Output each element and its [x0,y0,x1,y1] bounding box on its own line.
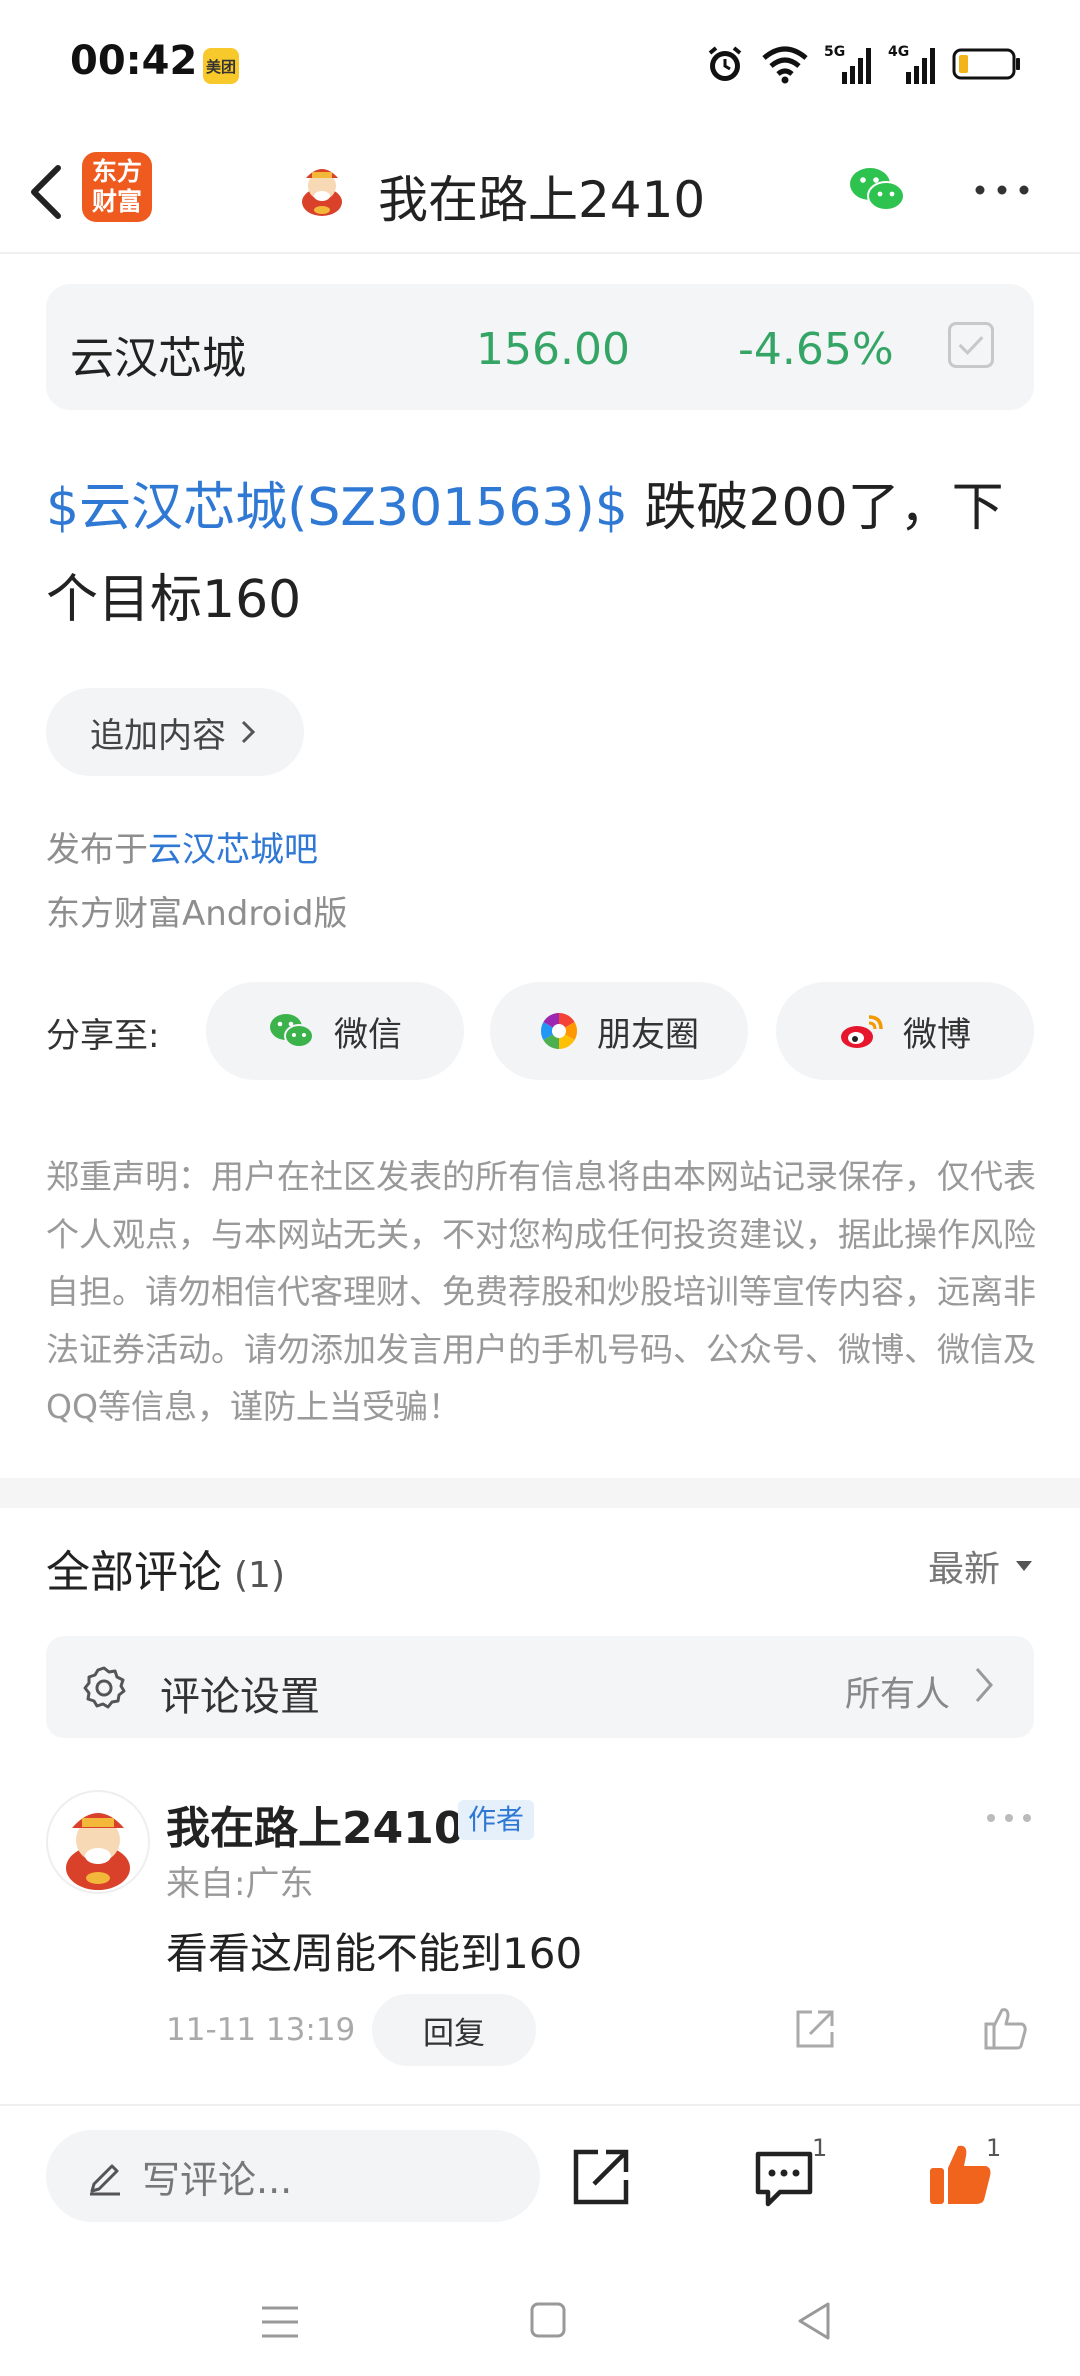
client-source: 东方财富Android版 [46,894,348,934]
status-time: 00:42 [70,38,198,84]
back-icon[interactable] [22,160,72,224]
pencil-icon [90,2164,120,2196]
stock-price: 156.00 [476,324,630,375]
comment-time: 11-11 13:19 [166,2012,356,2048]
stock-name: 云汉芯城 [70,333,246,384]
alarm-icon [708,46,742,81]
home-icon[interactable] [528,2300,568,2340]
comment-count: 1 [812,2134,828,2162]
comment-text: 看看这周能不能到160 [166,1929,583,1978]
comment-more-icon[interactable] [984,1806,1034,1830]
write-comment-placeholder: 写评论... [142,2157,293,2202]
recent-apps-icon[interactable] [258,2302,302,2342]
4g-signal-icon: 4G [888,44,935,84]
author-badge: 作者 [458,1800,535,1840]
like-count: 1 [986,2134,1002,2162]
comments-heading: 全部评论 (1) [46,1536,285,1600]
reply-button[interactable]: 回复 [372,1994,536,2066]
avatar-icon [66,1813,130,1890]
caret-down-icon [1016,1561,1032,1571]
weibo-icon [841,1015,883,1048]
published-prefix: 发布于 [46,830,148,870]
share-wechat-button[interactable]: 微信 [206,982,464,1080]
comment-settings-row[interactable]: 评论设置 所有人 [46,1636,1034,1738]
svg-text:5G: 5G [824,44,845,60]
wechat-share-icon[interactable] [846,158,910,222]
nav-back-icon[interactable] [794,2300,834,2342]
comments-count: (1) [234,1555,285,1596]
system-navigation-bar [0,2264,1080,2376]
wechat-icon [270,1014,314,1048]
more-options-icon[interactable] [972,172,1032,208]
stock-mention-link[interactable]: $云汉芯城(SZ301563)$ [46,478,628,538]
chevron-right-icon [975,1668,993,1702]
commenter-name[interactable]: 我在路上2410 [166,1792,464,1856]
share-moments-label: 朋友圈 [597,1014,699,1055]
commenter-avatar[interactable] [46,1790,150,1894]
battery-icon [952,48,1020,80]
append-content-button[interactable]: 追加内容 [46,688,304,776]
chevron-right-icon [241,720,256,744]
meituan-notification-icon: 美团 [203,48,239,84]
app-header: 东方财富 我在路上2410 [0,130,1080,254]
status-bar: 00:42 美团 5G 4G [0,0,1080,130]
sort-dropdown[interactable]: 最新 [928,1540,1034,1592]
share-icon[interactable] [570,2146,632,2208]
commenter-location: 来自:广东 [166,1864,314,1904]
gear-icon [83,1666,126,1709]
comments-title: 全部评论 [46,1547,222,1598]
status-icons: 5G 4G [704,38,1022,90]
comment-icon[interactable] [752,2148,816,2208]
app-logo[interactable]: 东方财富 [82,152,152,222]
stock-card[interactable]: 云汉芯城 156.00 -4.65% [46,284,1034,410]
share-weibo-button[interactable]: 微博 [776,982,1034,1080]
comment-settings-value: 所有人 [844,1675,950,1715]
post-content: $云汉芯城(SZ301563)$ 跌破200了，下个目标160 [46,462,1046,646]
page-title: 我在路上2410 [378,171,706,229]
svg-text:4G: 4G [888,44,909,60]
share-weibo-label: 微博 [903,1014,971,1055]
share-moments-button[interactable]: 朋友圈 [490,982,748,1080]
append-content-label: 追加内容 [90,715,226,756]
comment-settings-label: 评论设置 [160,1674,320,1720]
write-comment-input[interactable]: 写评论... [46,2130,540,2222]
disclaimer-text: 郑重声明：用户在社区发表的所有信息将由本网站记录保存，仅代表个人观点，与本网站无… [46,1157,1036,1426]
share-label: 分享至: [46,1016,160,1056]
bar-link[interactable]: 云汉芯城吧 [148,830,318,870]
watchlist-check-icon[interactable] [948,322,994,368]
published-in: 发布于云汉芯城吧 [46,822,318,871]
comment-share-icon[interactable] [792,2006,838,2052]
section-divider [0,1478,1080,1508]
sort-label: 最新 [927,1549,1000,1590]
moments-icon [540,1013,578,1049]
comment-like-icon[interactable] [980,2004,1030,2052]
wifi-icon [762,46,808,84]
bottom-divider [0,2104,1080,2106]
user-avatar-icon[interactable] [292,158,352,218]
share-wechat-label: 微信 [334,1014,402,1055]
5g-signal-icon: 5G [824,44,871,84]
stock-change: -4.65% [738,324,894,375]
